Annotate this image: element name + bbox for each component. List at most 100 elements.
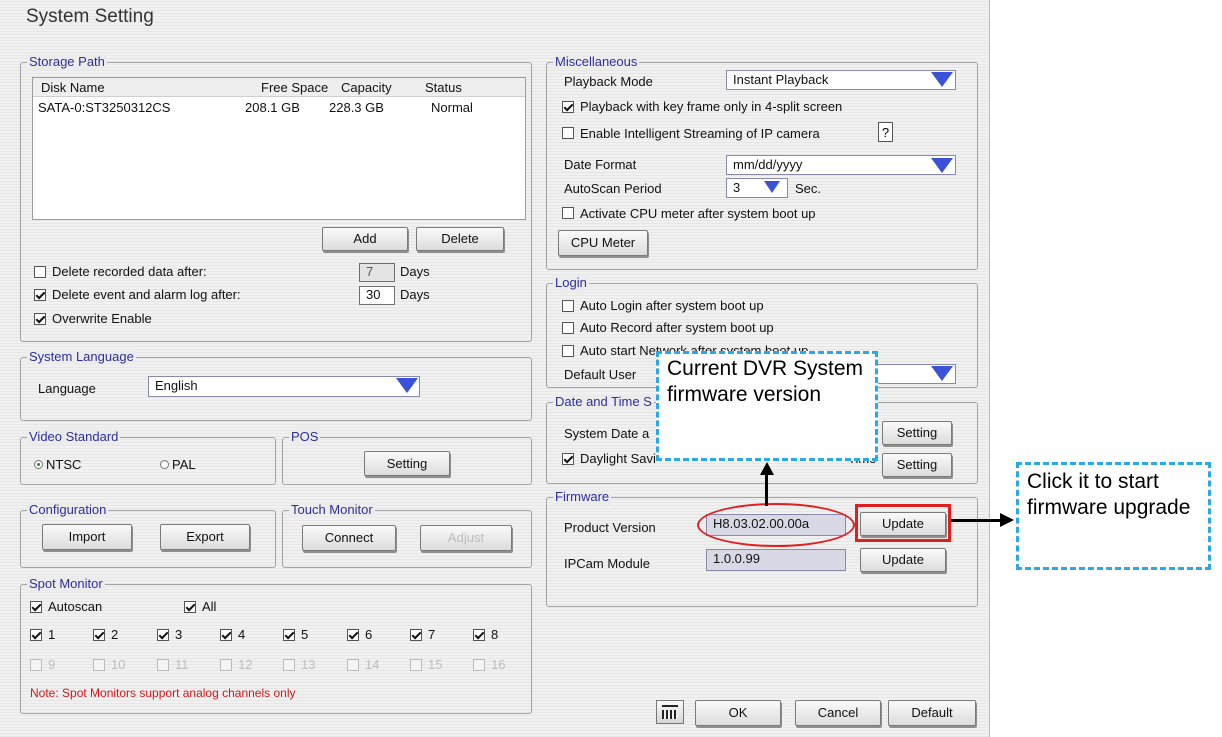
delete-event-checkbox[interactable] <box>34 289 46 301</box>
cancel-button[interactable]: Cancel <box>795 700 881 726</box>
language-value: English <box>155 378 198 393</box>
disk-cell-name[interactable]: SATA-0:ST3250312CS <box>38 100 170 116</box>
product-version-highlight <box>697 503 855 547</box>
spot-ch2-label: 2 <box>111 627 119 642</box>
configuration-legend: Configuration <box>27 502 109 518</box>
default-button[interactable]: Default <box>888 700 976 726</box>
ipcam-update-button[interactable]: Update <box>860 548 946 572</box>
update-callout: Click it to start firmware upgrade <box>1016 462 1211 570</box>
playback-mode-dropdown-icon[interactable] <box>931 72 953 87</box>
delete-disk-button[interactable]: Delete <box>416 227 504 251</box>
help-icon[interactable]: ? <box>878 122 893 142</box>
spot-ch8-checkbox[interactable] <box>473 629 485 641</box>
cpu-activate-label: Activate CPU meter after system boot up <box>580 206 816 221</box>
delete-event-days-input[interactable]: 30 <box>359 286 395 305</box>
spot-all-label: All <box>202 599 217 614</box>
col-disk-name[interactable]: Disk Name <box>41 80 105 96</box>
spot-ch4-label: 4 <box>238 627 246 642</box>
system-date-label: System Date a <box>564 426 650 441</box>
spot-ch1-checkbox[interactable] <box>30 629 42 641</box>
version-arrow-line <box>765 474 768 506</box>
spot-ch3-checkbox[interactable] <box>157 629 169 641</box>
playback-mode-select[interactable]: Instant Playback <box>726 70 956 90</box>
daylight-saving-label: Daylight Savi <box>580 451 656 466</box>
col-status[interactable]: Status <box>425 80 462 96</box>
pos-setting-button[interactable]: Setting <box>364 451 450 476</box>
spot-ch16-checkbox <box>473 659 485 671</box>
delete-recorded-days-input[interactable]: 7 <box>359 263 395 282</box>
pal-radio[interactable] <box>160 460 169 469</box>
spot-ch5-checkbox[interactable] <box>283 629 295 641</box>
keyboard-button[interactable] <box>656 700 684 724</box>
autoscan-period-value: 3 <box>733 180 741 195</box>
dialog-title: System Setting <box>26 6 154 27</box>
spot-autoscan-label: Autoscan <box>48 599 103 614</box>
cpu-activate-checkbox[interactable] <box>562 207 574 219</box>
col-free-space[interactable]: Free Space <box>261 80 328 96</box>
spot-ch15-label: 15 <box>428 657 443 672</box>
date-format-select[interactable]: mm/dd/yyyy <box>726 155 956 175</box>
language-label: Language <box>38 381 96 396</box>
delete-recorded-label: Delete recorded data after: <box>52 264 207 279</box>
product-version-label: Product Version <box>564 520 656 535</box>
playback-mode-value: Instant Playback <box>733 72 829 87</box>
intelligent-streaming-label: Enable Intelligent Streaming of IP camer… <box>580 126 820 141</box>
spot-ch6-checkbox[interactable] <box>347 629 359 641</box>
spot-ch2-checkbox[interactable] <box>93 629 105 641</box>
import-button[interactable]: Import <box>42 524 132 550</box>
autoscan-period-label: AutoScan Period <box>564 181 662 196</box>
date-setting-button[interactable]: Setting <box>882 421 952 445</box>
touch-monitor-legend: Touch Monitor <box>289 502 375 518</box>
playback-mode-label: Playback Mode <box>564 74 653 89</box>
version-callout: Current DVR System firmware version <box>656 351 878 461</box>
firmware-legend: Firmware <box>553 489 612 505</box>
spot-ch10-checkbox <box>93 659 105 671</box>
cpu-meter-button[interactable]: CPU Meter <box>558 230 648 256</box>
video-standard-legend: Video Standard <box>27 429 121 445</box>
disk-cell-status[interactable]: Normal <box>431 100 473 116</box>
spot-ch9-label: 9 <box>48 657 56 672</box>
spot-ch3-label: 3 <box>175 627 183 642</box>
spot-ch10-label: 10 <box>111 657 126 672</box>
add-disk-button[interactable]: Add <box>322 227 408 251</box>
language-dropdown-icon[interactable] <box>396 378 418 393</box>
touch-connect-button[interactable]: Connect <box>302 525 396 551</box>
language-select[interactable]: English <box>148 376 420 397</box>
daylight-saving-checkbox[interactable] <box>562 453 574 465</box>
days-label-1: Days <box>400 264 430 279</box>
auto-record-checkbox[interactable] <box>562 322 574 334</box>
intelligent-streaming-checkbox[interactable] <box>562 127 574 139</box>
spot-ch1-label: 1 <box>48 627 56 642</box>
auto-network-checkbox[interactable] <box>562 345 574 357</box>
spot-ch16-label: 16 <box>491 657 506 672</box>
spot-ch11-checkbox <box>157 659 169 671</box>
keyframe-checkbox[interactable] <box>562 101 574 113</box>
daylight-setting-button[interactable]: Setting <box>882 453 952 477</box>
auto-login-checkbox[interactable] <box>562 300 574 312</box>
spot-ch7-checkbox[interactable] <box>410 629 422 641</box>
disk-cell-capacity[interactable]: 228.3 GB <box>329 100 384 116</box>
ok-button[interactable]: OK <box>695 700 781 726</box>
ipcam-module-field: 1.0.0.99 <box>706 549 846 571</box>
delete-recorded-checkbox[interactable] <box>34 266 46 278</box>
overwrite-checkbox[interactable] <box>34 313 46 325</box>
spot-ch12-checkbox <box>220 659 232 671</box>
spot-ch9-checkbox <box>30 659 42 671</box>
date-format-dropdown-icon[interactable] <box>931 158 953 173</box>
spot-ch11-label: 11 <box>175 657 189 672</box>
disk-cell-free[interactable]: 208.1 GB <box>245 100 300 116</box>
ntsc-radio[interactable] <box>34 460 43 469</box>
default-user-dropdown-icon[interactable] <box>931 366 953 381</box>
spot-autoscan-checkbox[interactable] <box>30 601 42 613</box>
spot-ch4-checkbox[interactable] <box>220 629 232 641</box>
auto-login-label: Auto Login after system boot up <box>580 298 764 313</box>
export-button[interactable]: Export <box>160 524 250 550</box>
col-capacity[interactable]: Capacity <box>341 80 392 96</box>
overwrite-label: Overwrite Enable <box>52 311 152 326</box>
ipcam-module-label: IPCam Module <box>564 556 650 571</box>
delete-event-label: Delete event and alarm log after: <box>52 287 241 302</box>
spot-all-checkbox[interactable] <box>184 601 196 613</box>
disk-list[interactable]: Disk Name Free Space Capacity Status SAT… <box>32 77 526 220</box>
update-arrow-head <box>1000 513 1014 527</box>
autoscan-dropdown-icon[interactable] <box>764 181 780 193</box>
